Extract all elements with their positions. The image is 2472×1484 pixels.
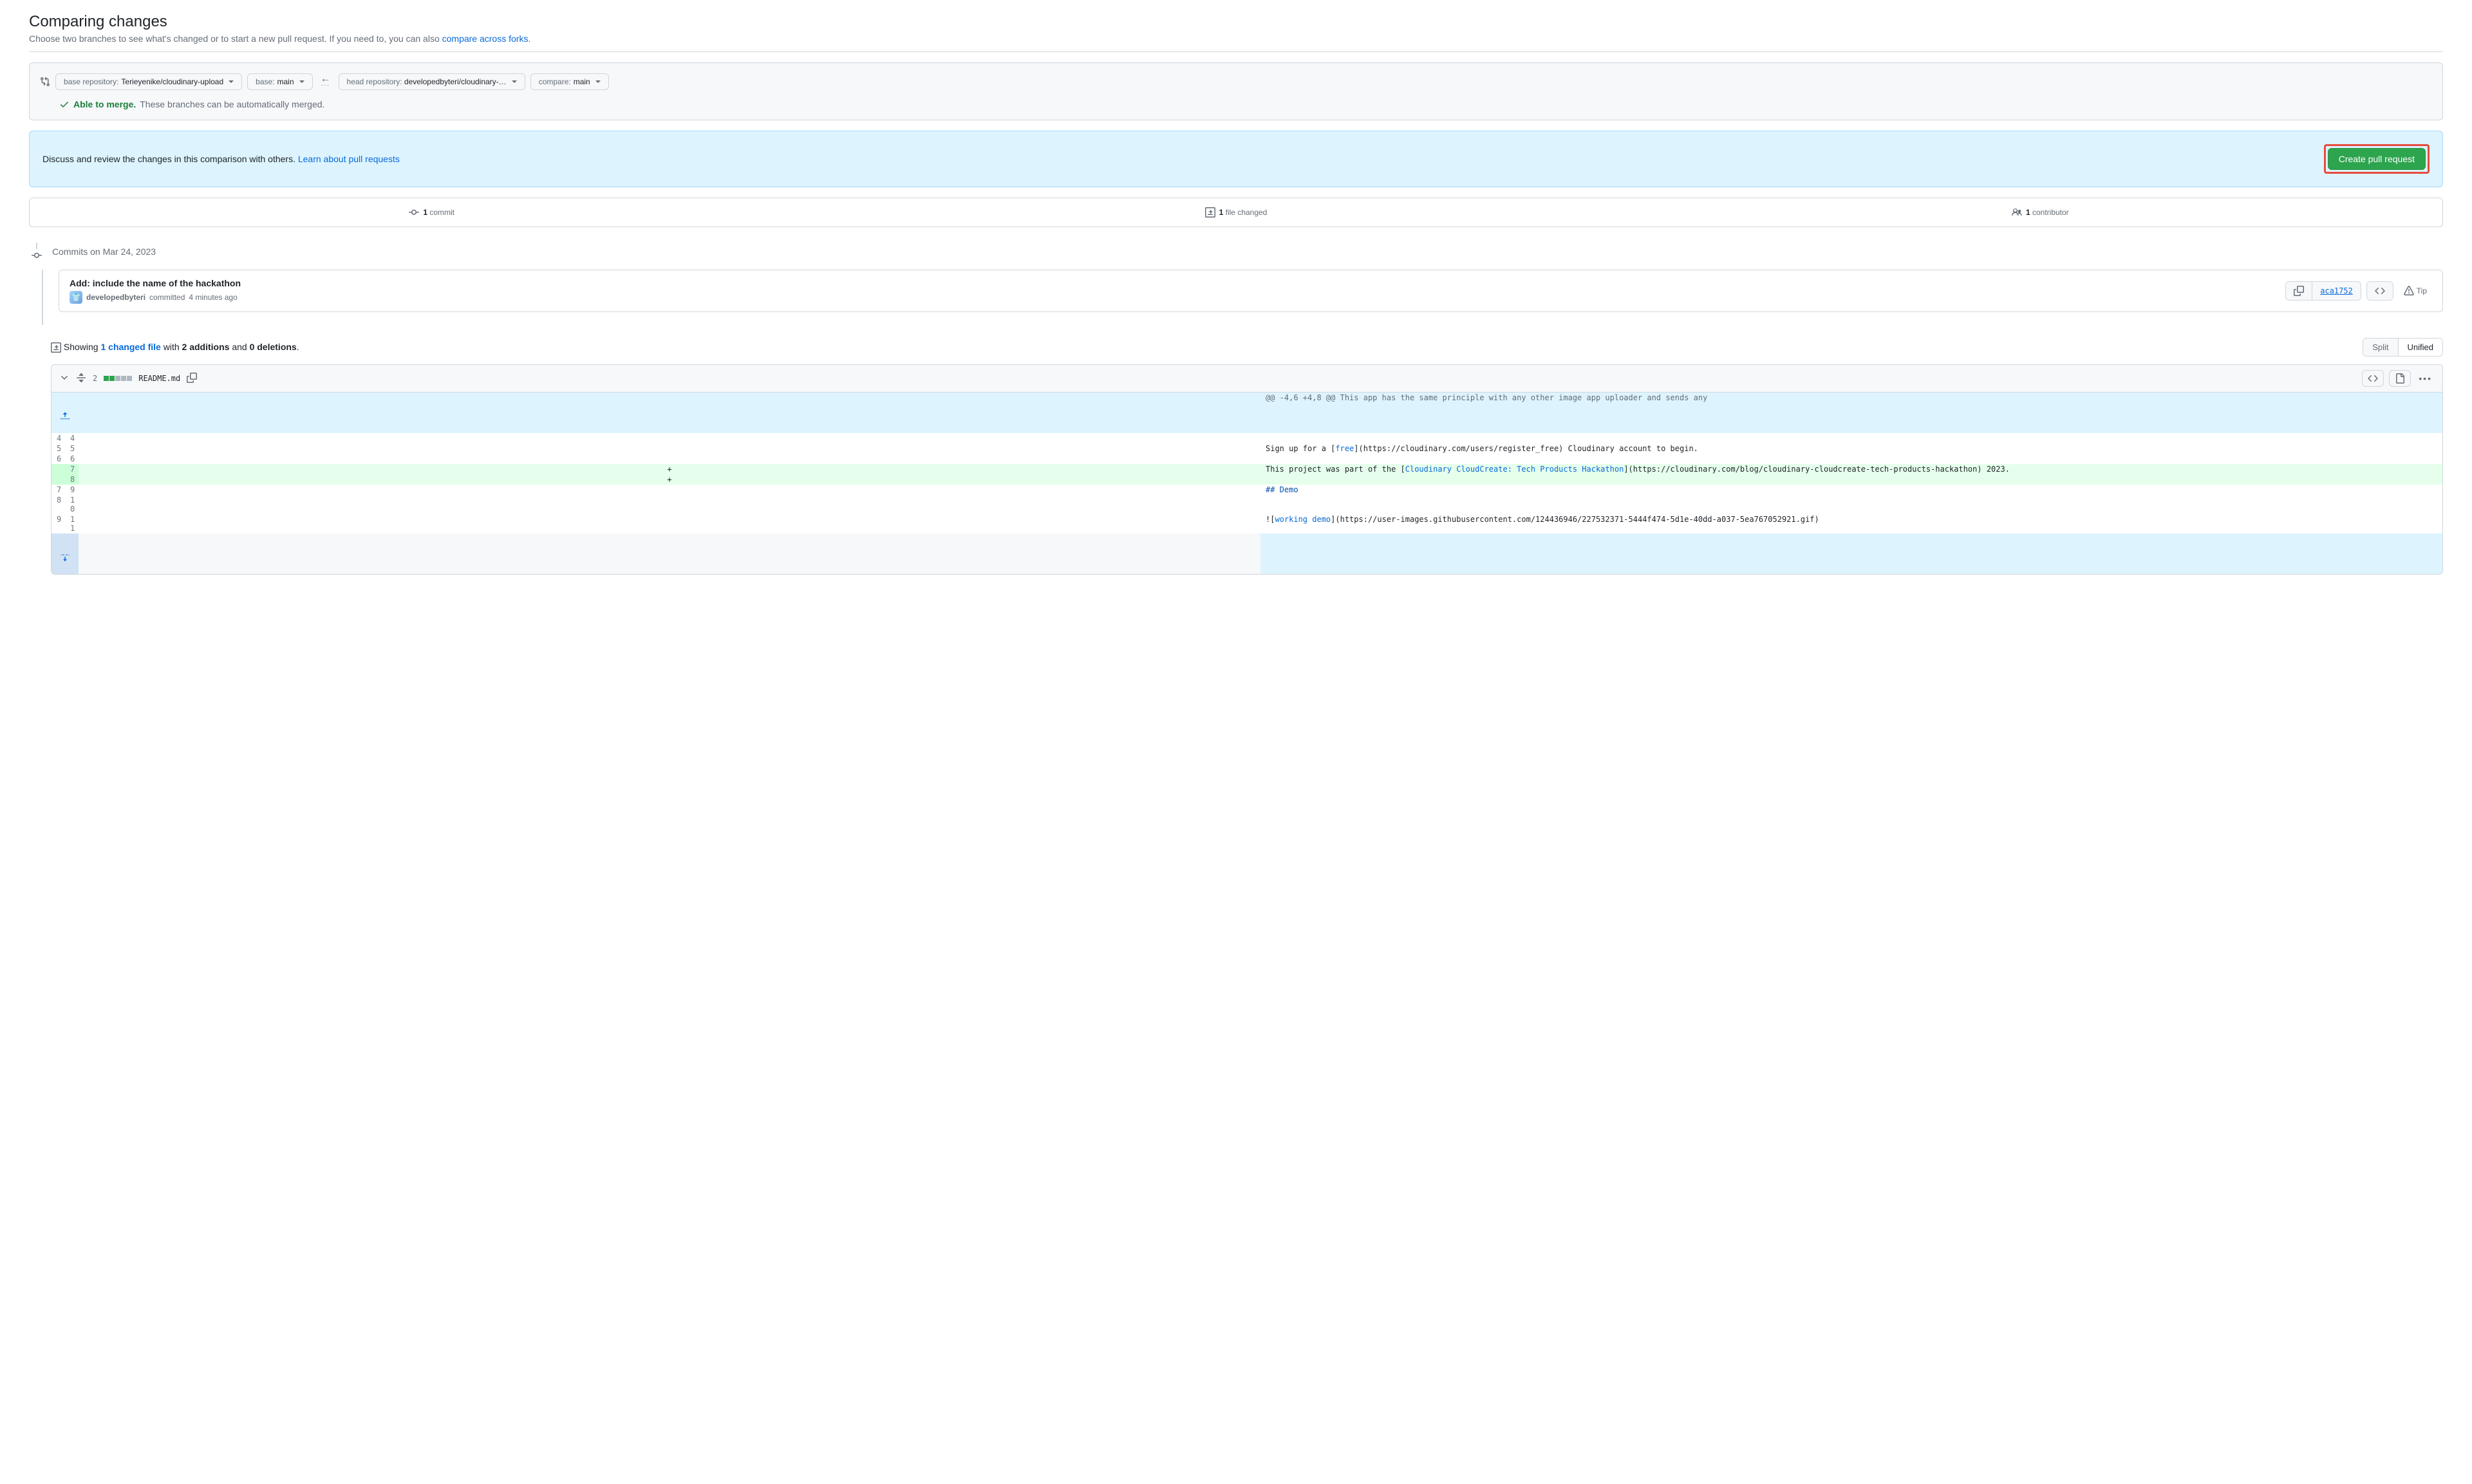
copy-path-button[interactable] bbox=[187, 373, 197, 385]
caret-down-icon bbox=[229, 80, 234, 83]
copy-icon bbox=[187, 373, 197, 383]
commit-time: 4 minutes ago bbox=[189, 293, 237, 302]
commit-card: Add: include the name of the hackathon 👕… bbox=[59, 270, 2443, 312]
file-diff-box: 2 README.md ••• @@ -4,6 +4,8 @ bbox=[51, 364, 2443, 575]
diff-table: @@ -4,6 +4,8 @@ This app has the same pr… bbox=[52, 393, 2442, 574]
copy-icon bbox=[2294, 286, 2304, 296]
code-icon bbox=[2375, 286, 2385, 296]
view-file-button[interactable] bbox=[2389, 370, 2411, 387]
diff-count: 2 bbox=[93, 374, 97, 383]
compare-across-forks-link[interactable]: compare across forks bbox=[442, 33, 529, 44]
diff-line: 9 11 ![working demo](https://user-images… bbox=[52, 514, 2442, 533]
range-editor: base repository: Terieyenike/cloudinary-… bbox=[29, 62, 2443, 120]
unified-view-button[interactable]: Unified bbox=[2398, 339, 2442, 356]
commit-sha-link[interactable]: aca1752 bbox=[2312, 282, 2361, 300]
diff-line: 7 9 ## Demo bbox=[52, 485, 2442, 495]
git-commit-icon bbox=[409, 207, 419, 218]
changed-files-link[interactable]: 1 changed file bbox=[100, 342, 160, 352]
commit-title[interactable]: Add: include the name of the hackathon bbox=[70, 278, 241, 288]
author-avatar[interactable]: 👕 bbox=[70, 291, 82, 304]
diff-line-addition: 8 + bbox=[52, 474, 2442, 485]
flash-text: Discuss and review the changes in this c… bbox=[42, 154, 298, 164]
commits-date-row: Commits on Mar 24, 2023 bbox=[29, 243, 2443, 261]
code-icon bbox=[2368, 373, 2378, 384]
diff-hunk-row: @@ -4,6 +4,8 @@ This app has the same pr… bbox=[52, 393, 2442, 433]
stats-bar: 1 commit 1 file changed 1 contributor bbox=[29, 198, 2443, 227]
merge-status: Able to merge. These branches can be aut… bbox=[40, 99, 2432, 109]
base-branch-dropdown[interactable]: base: main bbox=[247, 73, 312, 90]
commits-date-label: Commits on Mar 24, 2023 bbox=[52, 246, 156, 257]
head-repo-dropdown[interactable]: head repository: developedbyteri/cloudin… bbox=[339, 73, 525, 90]
learn-pull-requests-link[interactable]: Learn about pull requests bbox=[298, 154, 400, 164]
caret-down-icon bbox=[512, 80, 517, 83]
create-pull-request-button[interactable]: Create pull request bbox=[2328, 148, 2426, 170]
page-subtitle: Choose two branches to see what's change… bbox=[29, 33, 2443, 44]
unfold-icon[interactable] bbox=[76, 373, 86, 385]
kebab-menu-button[interactable]: ••• bbox=[2416, 371, 2435, 386]
browse-code-button[interactable] bbox=[2367, 282, 2393, 300]
filename[interactable]: README.md bbox=[138, 374, 180, 383]
diff-summary: Showing 1 changed file with 2 additions … bbox=[51, 342, 299, 353]
diff-line: 4 4 bbox=[52, 433, 2442, 443]
arrow-left-icon: ← ··· bbox=[318, 75, 333, 89]
unfold-down-icon bbox=[60, 552, 70, 562]
diff-line: 8 10 bbox=[52, 495, 2442, 514]
chevron-down-icon[interactable] bbox=[59, 373, 70, 385]
copy-sha-button[interactable] bbox=[2286, 282, 2312, 300]
diff-expand-row[interactable] bbox=[52, 533, 2442, 574]
people-icon bbox=[2012, 207, 2022, 218]
unfold-up-icon[interactable] bbox=[60, 411, 70, 422]
check-icon bbox=[59, 99, 70, 109]
diff-line-addition: 7 + This project was part of the [Cloudi… bbox=[52, 464, 2442, 474]
caret-down-icon bbox=[299, 80, 304, 83]
git-compare-icon bbox=[40, 77, 50, 87]
commits-stat[interactable]: 1 commit bbox=[30, 198, 834, 227]
contributors-stat[interactable]: 1 contributor bbox=[1638, 198, 2442, 227]
file-diff-icon bbox=[1205, 207, 1215, 218]
files-stat[interactable]: 1 file changed bbox=[834, 198, 1638, 227]
commit-author[interactable]: developedbyteri bbox=[86, 293, 145, 302]
base-repo-dropdown[interactable]: base repository: Terieyenike/cloudinary-… bbox=[55, 73, 242, 90]
diffstat-blocks bbox=[104, 376, 132, 381]
diff-line: 5 5 Sign up for a [free](https://cloudin… bbox=[52, 443, 2442, 454]
diff-line: 6 6 bbox=[52, 454, 2442, 464]
caret-down-icon bbox=[595, 80, 601, 83]
split-view-button[interactable]: Split bbox=[2363, 339, 2397, 356]
git-commit-icon bbox=[32, 250, 42, 261]
create-pr-highlight: Create pull request bbox=[2324, 144, 2430, 174]
compare-branch-dropdown[interactable]: compare: main bbox=[530, 73, 609, 90]
view-source-button[interactable] bbox=[2362, 370, 2384, 387]
pull-request-flash: Discuss and review the changes in this c… bbox=[29, 131, 2443, 187]
file-diff-icon bbox=[51, 342, 61, 353]
page-title: Comparing changes bbox=[29, 13, 2443, 31]
alert-icon bbox=[2404, 286, 2414, 296]
file-icon bbox=[2395, 373, 2405, 384]
diff-view-toggle: Split Unified bbox=[2363, 338, 2443, 357]
tip-label[interactable]: Tip bbox=[2399, 282, 2432, 300]
